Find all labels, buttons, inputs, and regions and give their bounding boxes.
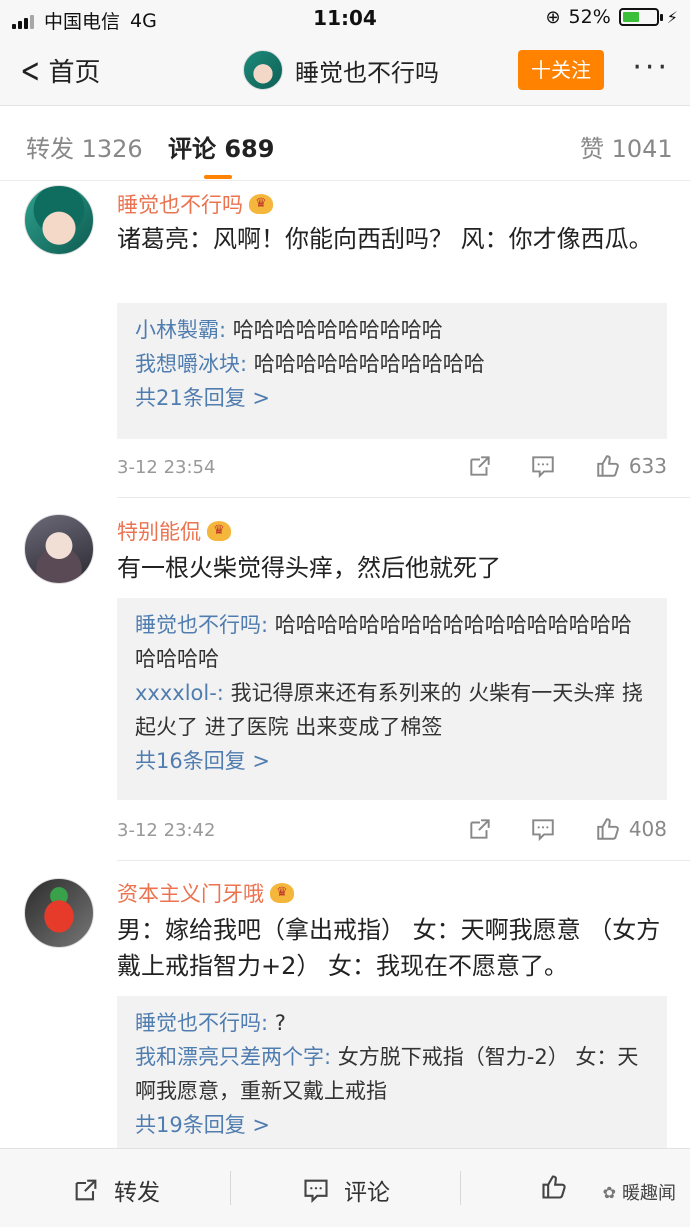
- like-button[interactable]: [540, 1173, 568, 1201]
- like-count: 633: [628, 454, 667, 478]
- reply-text: ?: [268, 1011, 286, 1035]
- crown-icon: ♛: [249, 194, 273, 214]
- divider: [460, 1171, 461, 1205]
- like-count: 408: [628, 817, 667, 841]
- username-text: 睡觉也不行吗: [117, 193, 243, 217]
- follow-button[interactable]: 十关注: [518, 50, 604, 90]
- comment-time: 3-12 23:54: [117, 457, 216, 478]
- share-icon[interactable]: [467, 816, 493, 842]
- reply-item: 小林製霸: 哈哈哈哈哈哈哈哈哈哈: [135, 313, 649, 347]
- reply-box[interactable]: 睡觉也不行吗: 哈哈哈哈哈哈哈哈哈哈哈哈哈哈哈哈哈哈哈哈哈 xxxxlol-: …: [117, 598, 667, 800]
- comment-button[interactable]: 评论: [302, 1173, 390, 1207]
- like-button[interactable]: 408: [595, 816, 667, 842]
- reply-name[interactable]: 睡觉也不行吗:: [135, 1011, 268, 1035]
- reply-name[interactable]: 小林製霸:: [135, 318, 226, 342]
- share-icon[interactable]: [467, 453, 493, 479]
- charging-icon: ⚡: [666, 7, 678, 27]
- rotation-lock-icon: ⊕: [545, 6, 561, 28]
- thumb-up-icon: [597, 455, 619, 477]
- comment-icon[interactable]: [530, 453, 556, 479]
- comment-icon: [304, 1179, 328, 1204]
- chevron-left-icon: <: [20, 50, 41, 91]
- comment-icon[interactable]: [530, 816, 556, 842]
- comment-meta: 3-12 23:54 633: [117, 451, 667, 485]
- tab-comment[interactable]: 评论 689: [168, 129, 274, 164]
- reply-box[interactable]: 小林製霸: 哈哈哈哈哈哈哈哈哈哈 我想嚼冰块: 哈哈哈哈哈哈哈哈哈哈哈 共21条…: [117, 303, 667, 439]
- nav-bar: < 首页 睡觉也不行吗 十关注 ···: [0, 38, 690, 106]
- divider: [117, 497, 690, 498]
- tab-bar: 转发 1326 评论 689 赞 1041: [0, 107, 690, 181]
- comment-text: 有一根火柴觉得头痒，然后他就死了: [117, 554, 501, 582]
- divider: [117, 860, 690, 861]
- reply-item: 睡觉也不行吗: 哈哈哈哈哈哈哈哈哈哈哈哈哈哈哈哈哈哈哈哈哈: [135, 608, 649, 676]
- more-replies-link[interactable]: 共21条回复 >: [135, 381, 649, 415]
- username-text: 资本主义门牙哦: [117, 882, 264, 906]
- tab-indicator: [204, 175, 232, 179]
- bottom-action-bar: 转发 评论 ✿ 暖趣闻: [0, 1148, 690, 1227]
- battery-fill: [622, 12, 640, 22]
- reply-item: 我和漂亮只差两个字: 女方脱下戒指（智力-2） 女：天啊我愿意，重新又戴上戒指: [135, 1040, 649, 1108]
- reply-name[interactable]: 我和漂亮只差两个字:: [135, 1045, 331, 1069]
- more-replies-link[interactable]: 共16条回复 >: [135, 744, 649, 778]
- comment-username[interactable]: 资本主义门牙哦 ♛: [117, 878, 294, 908]
- back-button[interactable]: < 首页: [16, 50, 101, 91]
- thumb-up-icon: [597, 818, 619, 840]
- comment-username[interactable]: 特别能侃 ♛: [117, 516, 231, 546]
- battery-percent: 52%: [568, 6, 611, 28]
- watermark-text: 暖趣闻: [622, 1183, 676, 1204]
- back-label: 首页: [48, 58, 101, 88]
- reply-name[interactable]: xxxxlol-:: [135, 681, 224, 705]
- divider: [230, 1171, 231, 1205]
- tab-like[interactable]: 赞 1041: [580, 129, 673, 164]
- reply-item: xxxxlol-: 我记得原来还有系列来的 火柴有一天头痒 挠起火了 进了医院 …: [135, 676, 649, 744]
- status-bar: 中国电信 4G 11:04 ⊕ 52% ⚡: [0, 0, 690, 38]
- avatar[interactable]: [24, 878, 94, 948]
- reply-name[interactable]: 睡觉也不行吗:: [135, 613, 268, 637]
- reply-box[interactable]: 睡觉也不行吗: ? 我和漂亮只差两个字: 女方脱下戒指（智力-2） 女：天啊我愿…: [117, 996, 667, 1148]
- comment-text: 男：嫁给我吧（拿出戒指） 女：天啊我愿意 （女方戴上戒指智力+2） 女：我现在不…: [117, 916, 661, 980]
- more-replies-link[interactable]: 共19条回复 >: [135, 1108, 649, 1142]
- reply-text: 哈哈哈哈哈哈哈哈哈哈哈: [247, 352, 485, 376]
- crown-icon: ♛: [270, 883, 294, 903]
- nav-profile[interactable]: 睡觉也不行吗: [243, 50, 439, 90]
- thumb-up-icon: [542, 1175, 566, 1199]
- reply-item: 我想嚼冰块: 哈哈哈哈哈哈哈哈哈哈哈: [135, 347, 649, 381]
- comment-text: 诸葛亮：风啊！你能向西刮吗？ 风：你才像西瓜。: [117, 225, 653, 253]
- crown-icon: ♛: [207, 521, 231, 541]
- battery-icon: [618, 8, 663, 26]
- username-text: 特别能侃: [117, 520, 201, 544]
- avatar: [243, 50, 283, 90]
- comment-username[interactable]: 睡觉也不行吗 ♛: [117, 189, 273, 219]
- repost-label: 转发: [114, 1180, 160, 1206]
- comment-label: 评论: [344, 1180, 390, 1206]
- more-icon[interactable]: ···: [632, 50, 670, 85]
- reply-text: 哈哈哈哈哈哈哈哈哈哈: [226, 318, 443, 342]
- like-button[interactable]: 633: [595, 453, 667, 479]
- page-title: 睡觉也不行吗: [295, 58, 439, 87]
- wechat-icon: ✿: [602, 1182, 616, 1202]
- avatar[interactable]: [24, 514, 94, 584]
- comment-time: 3-12 23:42: [117, 820, 216, 841]
- tab-repost[interactable]: 转发 1326: [26, 129, 143, 164]
- reply-name[interactable]: 我想嚼冰块:: [135, 352, 247, 376]
- avatar[interactable]: [24, 185, 94, 255]
- comment-meta: 3-12 23:42 408: [117, 814, 667, 848]
- reply-item: 睡觉也不行吗: ?: [135, 1006, 649, 1040]
- watermark: ✿ 暖趣闻: [603, 1179, 676, 1205]
- repost-button[interactable]: 转发: [72, 1173, 160, 1207]
- share-icon: [75, 1179, 97, 1201]
- status-right: ⊕ 52% ⚡: [545, 6, 678, 28]
